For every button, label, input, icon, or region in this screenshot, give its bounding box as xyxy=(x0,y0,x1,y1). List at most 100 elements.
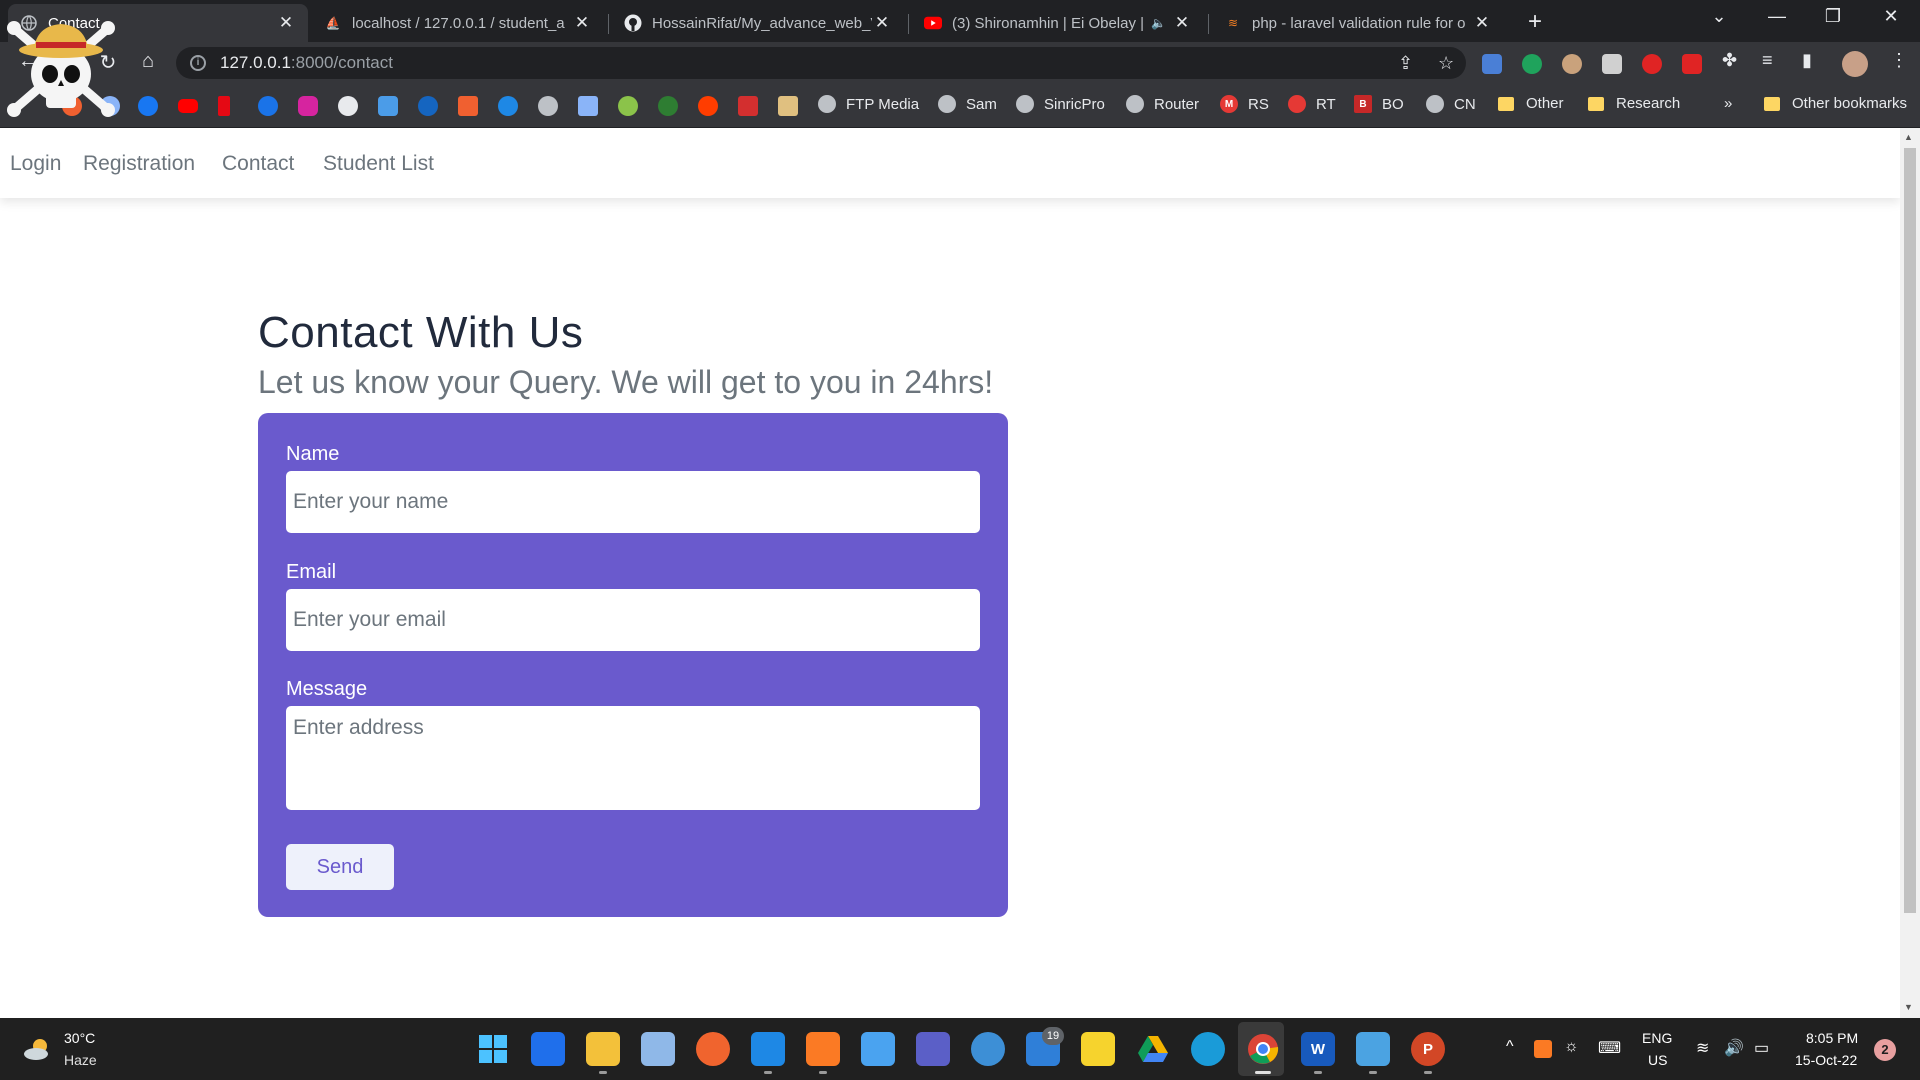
weather-description[interactable]: Haze xyxy=(64,1052,97,1068)
word-icon[interactable]: W xyxy=(1301,1032,1335,1066)
github-icon[interactable] xyxy=(338,96,358,116)
globe-icon[interactable] xyxy=(538,96,558,116)
home-icon[interactable]: ⌂ xyxy=(134,50,162,73)
bookmark-rt[interactable]: RT xyxy=(1288,95,1336,113)
send-button[interactable]: Send xyxy=(286,844,394,890)
extension-icon[interactable] xyxy=(1562,54,1582,74)
google-drive-icon[interactable] xyxy=(1136,1032,1170,1066)
language-region[interactable]: US xyxy=(1648,1052,1667,1068)
scrollbar-thumb[interactable] xyxy=(1904,148,1916,913)
bookmark-folder-research[interactable]: Research xyxy=(1588,95,1680,112)
speaker-icon[interactable]: 🔈 xyxy=(1151,16,1166,30)
bookmark-icon[interactable] xyxy=(578,96,598,116)
powerpoint-icon[interactable]: P xyxy=(1411,1032,1445,1066)
share-icon[interactable]: ⇪ xyxy=(1398,53,1413,74)
photos-icon[interactable] xyxy=(641,1032,675,1066)
bookmark-icon[interactable] xyxy=(418,96,438,116)
clock-date[interactable]: 15-Oct-22 xyxy=(1795,1052,1857,1068)
close-tab-icon[interactable]: ✕ xyxy=(276,13,296,33)
play-icon[interactable] xyxy=(258,96,278,116)
tab-stackoverflow[interactable]: ≋ php - laravel validation rule for o ✕ xyxy=(1212,4,1504,42)
extension-icon[interactable] xyxy=(1642,54,1662,74)
qbittorrent-icon[interactable] xyxy=(971,1032,1005,1066)
bookmark-icon[interactable] xyxy=(498,96,518,116)
tab-search-icon[interactable]: ⌄ xyxy=(1704,6,1734,27)
close-tab-icon[interactable]: ✕ xyxy=(1172,13,1192,33)
weather-temperature[interactable]: 30°C xyxy=(64,1030,95,1046)
media-control-icon[interactable]: ≡ xyxy=(1762,50,1773,71)
restore-button[interactable]: ❐ xyxy=(1818,6,1848,27)
site-info-icon[interactable]: i xyxy=(190,55,206,71)
notepad-icon[interactable] xyxy=(861,1032,895,1066)
teams-icon[interactable] xyxy=(916,1032,950,1066)
instagram-icon[interactable] xyxy=(298,96,318,116)
bookmark-rs[interactable]: M RS xyxy=(1220,95,1269,113)
tab-youtube[interactable]: (3) Shironamhin | Ei Obelay | 🔈 ✕ xyxy=(912,4,1204,42)
nav-link-login[interactable]: Login xyxy=(10,152,61,176)
message-textarea[interactable] xyxy=(286,706,980,810)
tab-github[interactable]: HossainRifat/My_advance_web_V ✕ xyxy=(612,4,904,42)
bookmark-icon[interactable] xyxy=(458,96,478,116)
bookmark-icon[interactable] xyxy=(778,96,798,116)
new-tab-button[interactable]: + xyxy=(1521,8,1549,36)
nav-link-student-list[interactable]: Student List xyxy=(323,152,434,176)
bookmark-icon[interactable] xyxy=(698,96,718,116)
close-tab-icon[interactable]: ✕ xyxy=(1472,13,1492,33)
battery-icon[interactable]: ▭ xyxy=(1754,1038,1769,1058)
snip-tool-icon[interactable] xyxy=(1356,1032,1390,1066)
extension-icon[interactable] xyxy=(1522,54,1542,74)
bookmark-folder-other[interactable]: Other xyxy=(1498,95,1564,112)
kebab-menu-icon[interactable]: ⋮ xyxy=(1890,50,1908,71)
player-icon[interactable] xyxy=(1081,1032,1115,1066)
extension-icon[interactable] xyxy=(1682,54,1702,74)
puzzle-icon[interactable]: ✤ xyxy=(1722,50,1737,71)
bookmark-star-icon[interactable]: ☆ xyxy=(1438,53,1454,74)
page-scrollbar[interactable]: ▲ ▼ xyxy=(1900,128,1920,1018)
other-bookmarks-folder[interactable]: Other bookmarks xyxy=(1764,95,1907,112)
bookmark-ftp-media[interactable]: FTP Media xyxy=(818,95,919,113)
translate-extension-icon[interactable] xyxy=(1482,54,1502,74)
bookmark-cn[interactable]: CN xyxy=(1426,95,1476,113)
bookmarks-overflow-button[interactable]: » xyxy=(1724,95,1732,112)
nav-link-contact[interactable]: Contact xyxy=(222,152,294,176)
bookmark-icon[interactable] xyxy=(658,96,678,116)
clock-time[interactable]: 8:05 PM xyxy=(1806,1030,1858,1046)
wifi-icon[interactable]: ≋ xyxy=(1696,1038,1709,1058)
xampp-icon[interactable] xyxy=(806,1032,840,1066)
email-input[interactable] xyxy=(286,589,980,651)
edge-icon[interactable] xyxy=(1191,1032,1225,1066)
chrome-icon[interactable] xyxy=(1246,1032,1280,1066)
bookmark-sinricpro[interactable]: SinricPro xyxy=(1016,95,1105,113)
bookmark-icon[interactable] xyxy=(378,96,398,116)
bookmark-icon[interactable] xyxy=(738,96,758,116)
scroll-up-arrow-icon[interactable]: ▲ xyxy=(1904,132,1913,142)
language-indicator[interactable]: ENG xyxy=(1642,1030,1672,1046)
brightness-icon[interactable]: ☼ xyxy=(1564,1038,1579,1056)
vscode-icon[interactable] xyxy=(751,1032,785,1066)
close-tab-icon[interactable]: ✕ xyxy=(872,13,892,33)
file-explorer-icon[interactable] xyxy=(586,1032,620,1066)
extension-icon[interactable] xyxy=(1602,54,1622,74)
scroll-down-arrow-icon[interactable]: ▼ xyxy=(1904,1002,1913,1012)
bookmark-sam[interactable]: Sam xyxy=(938,95,997,113)
bookmark-icon[interactable] xyxy=(618,96,638,116)
chevron-up-icon[interactable]: ^ xyxy=(1506,1038,1514,1056)
address-bar[interactable]: i 127.0.0.1:8000/contact ⇪ ☆ xyxy=(176,47,1466,79)
avatar[interactable] xyxy=(1842,51,1868,77)
bookmark-bo[interactable]: B BO xyxy=(1354,95,1404,113)
volume-icon[interactable]: 🔊 xyxy=(1724,1038,1744,1058)
close-window-button[interactable]: ✕ xyxy=(1876,6,1906,27)
nav-link-registration[interactable]: Registration xyxy=(83,152,195,176)
postman-icon[interactable] xyxy=(696,1032,730,1066)
name-input[interactable] xyxy=(286,471,980,533)
start-windows-icon[interactable] xyxy=(476,1032,510,1066)
xampp-tray-icon[interactable] xyxy=(1534,1040,1552,1058)
keyboard-icon[interactable]: ⌨ xyxy=(1598,1038,1621,1058)
tab-phpmyadmin[interactable]: ⛵ localhost / 127.0.0.1 / student_a ✕ xyxy=(312,4,604,42)
taskview-icon[interactable] xyxy=(531,1032,565,1066)
bookmark-router[interactable]: Router xyxy=(1126,95,1199,113)
youtube-icon[interactable] xyxy=(178,99,198,113)
minimize-button[interactable]: — xyxy=(1762,6,1792,27)
side-panel-icon[interactable]: ▮ xyxy=(1802,50,1812,71)
facebook-icon[interactable] xyxy=(138,96,158,116)
